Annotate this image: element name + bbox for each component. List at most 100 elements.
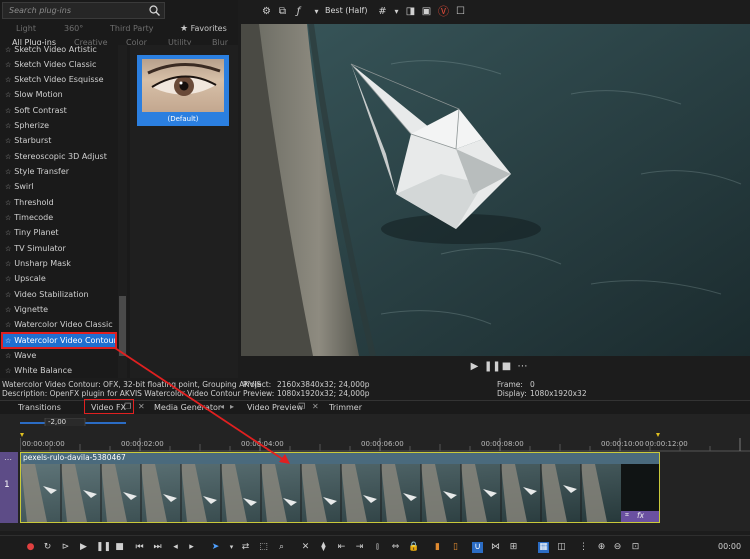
play-from-start-icon[interactable]: ⊳ (60, 542, 71, 553)
list-item[interactable]: ☆ Starburst (2, 133, 116, 148)
region-icon[interactable]: ▯ (450, 542, 461, 553)
more-options-icon[interactable]: ⋯ (4, 455, 12, 464)
delete-icon[interactable]: ✕ (300, 542, 311, 553)
clipboard-icon[interactable]: ☐ (454, 5, 467, 18)
zoom-in-icon[interactable]: ⊕ (596, 542, 607, 553)
list-item[interactable]: ☆ Tiny Planet (2, 225, 116, 240)
list-item[interactable]: ☆ Video Stabilization (2, 287, 116, 302)
normal-edit-tool-icon[interactable]: ➤ (210, 542, 221, 553)
video-preview[interactable] (241, 24, 750, 356)
lock-icon[interactable]: 🔒 (408, 542, 419, 553)
zoom-out-icon[interactable]: ⊖ (612, 542, 623, 553)
copy-snapshot-icon[interactable]: ⧉ (276, 5, 289, 18)
split-icon[interactable]: ⫾ (372, 542, 383, 553)
envelope-tool-icon[interactable]: ⇄ (240, 542, 251, 553)
trim-end-icon[interactable]: ⇥ (354, 542, 365, 553)
more-options-icon[interactable]: ⋯ (516, 360, 529, 373)
tab-media-generator[interactable]: Media Generator (154, 403, 221, 412)
project-value: 2160x3840x32; 24,000p (277, 380, 370, 389)
stop-icon[interactable]: ■ (500, 360, 513, 373)
grid-icon[interactable]: ⋮ (578, 542, 589, 553)
chevron-down-icon[interactable]: ▾ (226, 542, 237, 553)
preview-quality-dropdown[interactable]: Best (Half) (325, 6, 367, 15)
close-icon[interactable]: ✕ (138, 402, 145, 411)
search-input[interactable] (9, 4, 139, 17)
ripple-icon[interactable]: ⇔ (390, 542, 401, 553)
gear-icon[interactable]: ⚙ (260, 5, 273, 18)
record-icon[interactable]: ● (25, 542, 36, 553)
tab-360[interactable]: 360° (64, 24, 83, 33)
tab-light[interactable]: Light (16, 24, 36, 33)
video-event-clip[interactable]: pexels-rulo-davila-5380467 ⌗ fx (20, 452, 660, 523)
envelope-lock-icon[interactable]: ◫ (556, 542, 567, 553)
chevron-right-icon[interactable]: ▸ (230, 402, 234, 411)
close-icon[interactable]: ✕ (312, 402, 319, 411)
grid-overlay-icon[interactable]: # (376, 5, 389, 18)
list-item[interactable]: ☆ Watercolor Video Classic (2, 317, 116, 332)
preset-default-tile[interactable]: (Default) (137, 55, 229, 126)
list-item[interactable]: ☆ Threshold (2, 195, 116, 210)
list-item[interactable]: ☆ White Balance (2, 363, 116, 378)
list-item[interactable]: ☆ Stereoscopic 3D Adjust (2, 149, 116, 164)
list-item[interactable]: ☆ Upscale (2, 271, 116, 286)
crop-icon[interactable]: ⌗ (625, 511, 629, 520)
chevron-down-icon[interactable]: ▾ (310, 5, 323, 18)
list-item[interactable]: ☆ Sketch Video Artistic (2, 45, 116, 57)
zoom-fit-icon[interactable]: ⊡ (630, 542, 641, 553)
list-item-selected[interactable]: ☆ Watercolor Video Contour (1, 332, 117, 349)
marker-icon[interactable]: ▮ (432, 542, 443, 553)
clip-fx-strip[interactable]: ⌗ fx (621, 511, 659, 522)
tab-favorites[interactable]: ★ Favorites (180, 24, 227, 34)
stop-icon[interactable]: ■ (114, 542, 125, 553)
list-item[interactable]: ☆ TV Simulator (2, 241, 116, 256)
list-item[interactable]: ☆ Spherize (2, 118, 116, 133)
search-box[interactable] (2, 2, 165, 19)
undock-icon[interactable]: ❐ (298, 402, 305, 411)
pause-icon[interactable]: ❚❚ (484, 360, 501, 373)
search-icon[interactable] (149, 5, 160, 16)
list-item[interactable]: ☆ Swirl (2, 179, 116, 194)
list-item[interactable]: ☆ Unsharp Mask (2, 256, 116, 271)
tab-third-party[interactable]: Third Party (110, 24, 153, 33)
play-icon[interactable]: ▶ (78, 542, 89, 553)
trim-start-icon[interactable]: ⇤ (336, 542, 347, 553)
record-voiceover-icon[interactable]: Ⓥ (437, 5, 450, 18)
list-item[interactable]: ☆ Sketch Video Esquisse (2, 72, 116, 87)
chevron-left-icon[interactable]: ◂ (220, 402, 224, 411)
viewer-toolbar: ⚙ ⧉ ƒ ▾ Best (Half) # ▾ ◨ ▣ Ⓥ ☐ (240, 0, 750, 24)
list-item[interactable]: ☆ Timecode (2, 210, 116, 225)
chevron-down-icon[interactable]: ▾ (390, 5, 403, 18)
go-to-end-icon[interactable]: ⏭ (152, 542, 163, 553)
list-item[interactable]: ☆ Soft Contrast (2, 103, 116, 118)
track-header[interactable]: ⋯ 1 (0, 452, 18, 523)
tab-transitions[interactable]: Transitions (18, 403, 61, 412)
tab-trimmer[interactable]: Trimmer (329, 403, 362, 412)
auto-ripple-icon[interactable]: ⊞ (508, 542, 519, 553)
auto-crossfade-icon[interactable]: ⋈ (490, 542, 501, 553)
save-snapshot-icon[interactable]: ▣ (420, 5, 433, 18)
zoom-tool-icon[interactable]: ⌕ (276, 542, 287, 553)
list-item[interactable]: ☆ Vignette (2, 302, 116, 317)
list-item[interactable]: ☆ Sketch Video Classic (2, 57, 116, 72)
play-icon[interactable]: ▶ (468, 360, 481, 373)
tab-video-preview[interactable]: Video Preview (247, 403, 303, 412)
scrollbar-thumb[interactable] (119, 296, 126, 356)
list-item[interactable]: ☆ Style Transfer (2, 164, 116, 179)
trim-icon[interactable]: ⧫ (318, 542, 329, 553)
go-to-start-icon[interactable]: ⏮ (134, 542, 145, 553)
clip-fx-button[interactable]: fx (637, 511, 644, 520)
list-item[interactable]: ☆ Wave (2, 348, 116, 363)
plugin-label: Timecode (14, 213, 54, 222)
loop-icon[interactable]: ↻ (42, 542, 53, 553)
pause-icon[interactable]: ❚❚ (96, 542, 111, 553)
timeline-ruler[interactable]: 00:00:00:00 00:00:02:00 00:00:04:00 00:0… (20, 426, 750, 452)
split-screen-icon[interactable]: ◨ (404, 5, 417, 18)
clip-title-bar[interactable]: pexels-rulo-davila-5380467 (21, 453, 659, 464)
list-item[interactable]: ☆ Slow Motion (2, 87, 116, 102)
event-lock-icon[interactable]: ▦ (538, 542, 549, 553)
next-frame-icon[interactable]: ▸ (186, 542, 197, 553)
fx-icon[interactable]: ƒ (292, 5, 305, 18)
selection-tool-icon[interactable]: ⬚ (258, 542, 269, 553)
previous-frame-icon[interactable]: ◂ (170, 542, 181, 553)
snapping-icon[interactable]: ∪ (472, 542, 483, 553)
